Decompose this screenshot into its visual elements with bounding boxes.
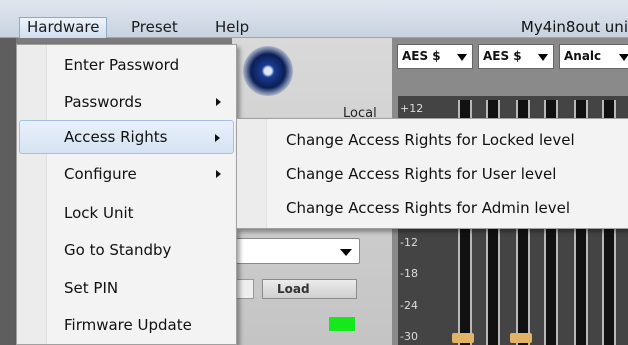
chevron-down-icon [538, 54, 548, 61]
volume-knob[interactable] [243, 46, 293, 96]
load-button[interactable]: Load [262, 279, 357, 299]
chevron-down-icon [457, 54, 467, 61]
scale-label-plus12: +12 [400, 102, 424, 115]
menu-item-label: Lock Unit [64, 204, 134, 222]
menu-item-enter-password[interactable]: Enter Password [19, 48, 234, 82]
submenu-item-label: Change Access Rights for Locked level [286, 131, 575, 149]
access-rights-submenu: Change Access Rights for Locked level Ch… [236, 118, 628, 229]
menu-item-lock-unit[interactable]: Lock Unit [19, 196, 234, 230]
menu-hardware[interactable]: Hardware [19, 17, 108, 38]
scale-label-minus12: -12 [400, 236, 418, 249]
scale-label-minus18: -18 [400, 267, 418, 280]
menu-item-label: Firmware Update [64, 316, 192, 334]
menu-item-set-pin[interactable]: Set PIN [19, 271, 234, 305]
fader-knob[interactable] [510, 333, 532, 343]
menu-item-access-rights[interactable]: Access Rights [19, 120, 234, 154]
submenu-item-label: Change Access Rights for Admin level [286, 199, 571, 217]
input-select-3[interactable]: Analc [559, 44, 628, 69]
input-select-2[interactable]: AES $ [478, 44, 554, 69]
menu-item-label: Go to Standby [64, 241, 172, 259]
status-led [329, 317, 355, 331]
fader-knob[interactable] [452, 333, 474, 343]
menu-item-label: Enter Password [64, 56, 180, 74]
submenu-item-user-level[interactable]: Change Access Rights for User level [239, 157, 627, 191]
menu-item-configure[interactable]: Configure [19, 157, 234, 191]
menu-item-go-to-standby[interactable]: Go to Standby [19, 233, 234, 267]
hardware-menu: Enter Password Passwords Access Rights C… [16, 44, 237, 345]
chevron-down-icon [619, 54, 628, 61]
submenu-item-label: Change Access Rights for User level [286, 165, 557, 183]
menu-item-label: Configure [64, 165, 137, 183]
menu-item-firmware-update[interactable]: Firmware Update [19, 308, 234, 342]
menu-item-label: Set PIN [64, 279, 119, 297]
input-select-1[interactable]: AES $ [397, 44, 473, 69]
chevron-right-icon [216, 98, 221, 106]
input-select-3-label: Analc [564, 49, 602, 63]
input-select-1-label: AES $ [402, 49, 441, 63]
menu-item-label: Passwords [64, 93, 142, 111]
menubar: Hardware Preset Help My4in8out uni [0, 0, 628, 38]
menu-item-label: Access Rights [64, 128, 168, 146]
unit-title: My4in8out uni [520, 18, 628, 36]
menu-help[interactable]: Help [208, 17, 256, 38]
left-strip [0, 38, 16, 345]
submenu-item-admin-level[interactable]: Change Access Rights for Admin level [239, 191, 627, 225]
menu-item-passwords[interactable]: Passwords [19, 85, 234, 119]
input-select-2-label: AES $ [483, 49, 522, 63]
chevron-right-icon [215, 134, 220, 142]
menu-preset[interactable]: Preset [124, 17, 185, 38]
scale-label-minus24: -24 [400, 299, 418, 312]
preset-dropdown[interactable] [232, 238, 360, 264]
scale-label-minus30: -30 [400, 330, 418, 343]
chevron-right-icon [216, 170, 221, 178]
submenu-item-locked-level[interactable]: Change Access Rights for Locked level [239, 123, 627, 157]
chevron-down-icon [340, 249, 352, 256]
